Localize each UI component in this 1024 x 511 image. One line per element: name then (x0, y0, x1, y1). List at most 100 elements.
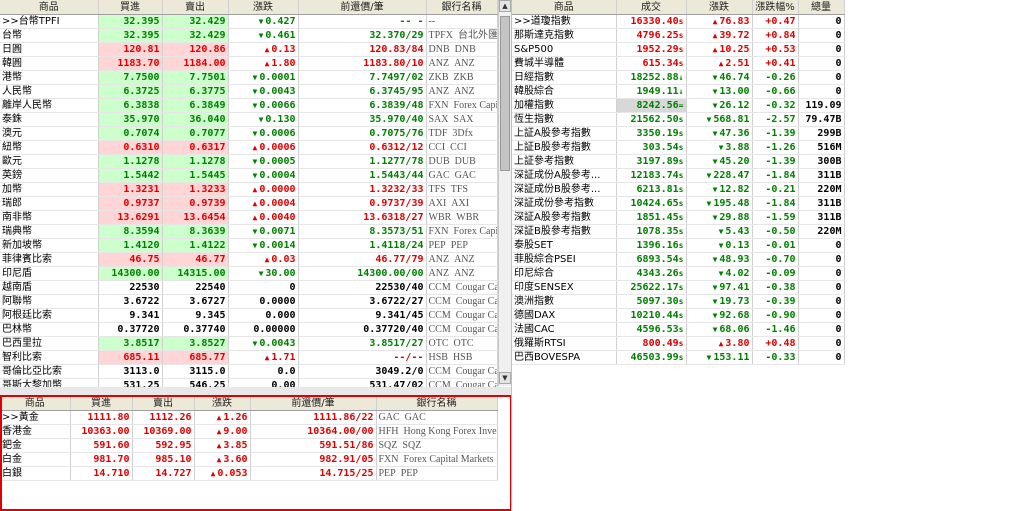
table-row[interactable]: 菲股綜合PSEI 6893.54s ▼ 48.93 -0.70 0 (512, 252, 845, 267)
column-header[interactable]: 前還價/筆 (298, 0, 427, 15)
table-row[interactable]: 越南盾2253022540 0 22530/40 CCM Cougar Capita..… (0, 280, 498, 295)
column-header[interactable]: 商品 (0, 0, 99, 15)
table-row[interactable]: 南非幣 13.6291 13.6454 ▲ 0.0040 13.6318/27 WBR WBR (0, 210, 498, 225)
table-row[interactable]: 上証B股參考指數 303.54s ▼ 3.88 -1.26 516M (512, 140, 845, 155)
table-row[interactable]: 印度SENSEX 25622.17s ▼ 97.41 -0.38 0 (512, 280, 845, 295)
tick-marker: s (678, 283, 684, 292)
table-row[interactable]: 瑞郎 0.9737 0.9739 ▲ 0.0004 0.9737/39 AXI AXI (0, 196, 498, 211)
table-row[interactable]: 日經指數 18252.88↓ ▼ 46.74 -0.26 0 (512, 70, 845, 85)
row-name: 泰銖 (0, 112, 99, 127)
table-row[interactable]: 巴西BOVESPA 46503.99s ▼ 153.11 -0.33 0 (512, 350, 845, 365)
table-row[interactable]: 深証A股參考指數 1851.45s ▼ 29.88 -1.59 311B (512, 210, 845, 225)
table-row[interactable]: 鈀金 591.60 592.95 ▲ 3.85 591.51/86 SQZ SQZ (0, 438, 498, 453)
tick-marker: s (678, 59, 684, 68)
column-header[interactable]: 商品 (0, 396, 71, 411)
column-header[interactable]: 漲跌 (686, 0, 753, 15)
table-row[interactable]: 白金 981.70 985.10 ▲ 3.60 982.91/05 FXN Forex Cap… (0, 452, 498, 467)
row-name: 上証B股參考指數 (512, 140, 617, 155)
table-row[interactable]: 哥倫比亞比索 3113.0 3115.0 0.0 3049.2/0 CCM Cougar C… (0, 364, 498, 379)
table-row[interactable]: 加權指數 8242.56= ▼ 26.12 -0.32 119.09 (512, 98, 845, 113)
table-row[interactable]: 阿根廷比索9.3419.345 0.000 9.341/45 CCM Cougar Ca… (0, 308, 498, 323)
table-row[interactable]: 菲律賓比索 46.75 46.77 ▲ 0.03 46.77/79 ANZ ANZ (0, 252, 498, 267)
table-row[interactable]: 韓圓 1183.70 1184.00 ▲ 1.80 1183.80/10 ANZ ANZ (0, 56, 498, 71)
table-row[interactable]: 台幣32.39532.429▼0.46132.370/29TPFX台北外匯經紀 (0, 28, 498, 43)
fx-vertical-scrollbar[interactable]: ▲ ▼ (498, 0, 511, 386)
table-row[interactable]: 費城半導體 615.34s ▲ 2.51 +0.41 0 (512, 56, 845, 71)
bid-price: 120.81 (98, 42, 163, 57)
scroll-up-arrow-icon[interactable]: ▲ (499, 0, 511, 12)
change-cell: ▼ 0.461 (228, 28, 299, 43)
table-row[interactable]: S&P500 1952.29s ▲ 10.25 +0.53 0 (512, 42, 845, 57)
column-header[interactable]: 賣出 (162, 0, 229, 15)
table-row[interactable]: 深証B股參考指數 1078.35s ▼ 5.43 -0.50 220M (512, 224, 845, 239)
table-row[interactable]: 日圓 120.81 120.86 ▲ 0.13 120.83/84 DNB DNB (0, 42, 498, 57)
table-row[interactable]: 白銀 14.710 14.727 ▲ 0.053 14.715/25 PEP PEP (0, 466, 498, 481)
total-volume: 0 (798, 56, 845, 71)
column-header[interactable]: 漲跌 (194, 396, 251, 411)
table-row[interactable]: >>道瓊指數 16330.40s ▲ 76.83 +0.47 0 (512, 14, 845, 29)
table-row[interactable]: 俄羅斯RTSI 800.49s ▲ 3.80 +0.48 0 (512, 336, 845, 351)
table-row[interactable]: 英鎊 1.5442 1.5445 ▼ 0.0004 1.5443/44 GAC GAC (0, 168, 498, 183)
table-row[interactable]: 深証成份參考指數 10424.65s ▼ 195.48 -1.84 311B (512, 196, 845, 211)
previous-quote-cell: 14300.00/00 (298, 266, 427, 281)
column-header[interactable]: 漲跌 (228, 0, 299, 15)
table-row[interactable]: 德國DAX 10210.44s ▼ 92.68 -0.90 0 (512, 308, 845, 323)
total-volume: 0 (798, 350, 845, 365)
bank-cell: ZKB ZKB (426, 70, 498, 85)
column-header[interactable]: 總量 (798, 0, 845, 15)
table-row[interactable]: 上証A股參考指數 3350.19s ▼ 47.36 -1.39 299B (512, 126, 845, 141)
table-row[interactable]: 人民幣 6.3725 6.3775 ▼ 0.0043 6.3745/95 ANZ ANZ (0, 84, 498, 99)
table-row[interactable]: 澳元 0.7074 0.7077 ▼ 0.0006 0.7075/76 TDF 3Dfx (0, 126, 498, 141)
table-row[interactable]: 印尼綜合 4343.26s ▼ 4.02 -0.09 0 (512, 266, 845, 281)
table-row[interactable]: 印尼盾 14300.00 14315.00 ▼ 30.00 14300.00/00 ANZ A… (0, 266, 498, 281)
table-row[interactable]: 瑞典幣 8.3594 8.3639 ▼ 0.0071 8.3573/51 FXN Forex … (0, 224, 498, 239)
table-row[interactable]: 歐元 1.1278 1.1278 ▼ 0.0005 1.1277/78 DUB DUB (0, 154, 498, 169)
last-price: 4343.26 (636, 268, 679, 279)
table-row[interactable]: 泰股SET 1396.16s ▼ 0.13 -0.01 0 (512, 238, 845, 253)
table-row[interactable]: >>黃金 1111.80 1112.26 ▲ 1.26 1111.86/22 GAC GAC (0, 410, 498, 425)
up-triangle-icon: ▲ (712, 45, 718, 54)
column-header[interactable]: 漲跌幅% (752, 0, 799, 15)
bank-code: AXI (428, 198, 447, 209)
table-row[interactable]: 恆生指數 21562.50s ▼ 568.81 -2.57 79.47B (512, 112, 845, 127)
table-row[interactable]: 離岸人民幣 6.3838 6.3849 ▼ 0.0066 6.3839/48 FXN Fore… (0, 98, 498, 113)
table-row[interactable]: 巴林幣 0.37720 0.37740 0.00000 0.37720/40 CCM Cou… (0, 322, 498, 337)
change-percent: -2.57 (752, 112, 799, 127)
previous-quote-cell: 1.4118/24 (298, 238, 427, 253)
change-cell: ▲ 0.03 (228, 252, 299, 267)
table-row[interactable]: 阿聯幣 3.6722 3.6727 0.0000 3.6722/27 CCM Cougar … (0, 294, 498, 309)
column-header[interactable]: 前還價/筆 (250, 396, 377, 411)
column-header[interactable]: 銀行名稱 (376, 396, 498, 411)
table-row[interactable]: 泰銖 35.970 36.040 ▼ 0.130 35.970/40 SAX SAX (0, 112, 498, 127)
bank-code: PEP (428, 240, 446, 251)
column-header[interactable]: 商品 (512, 0, 617, 15)
bank-code: ANZ (428, 268, 450, 279)
bid-price: 981.70 (70, 452, 133, 467)
table-row[interactable]: 韓股綜合 1949.11↓ ▼ 13.00 -0.66 0 (512, 84, 845, 99)
ask-price: 46.77 (162, 252, 229, 267)
table-row[interactable]: 上証參考指數 3197.89s ▼ 45.20 -1.39 300B (512, 154, 845, 169)
scroll-down-arrow-icon[interactable]: ▼ (499, 372, 511, 384)
column-header[interactable]: 成交 (616, 0, 687, 15)
table-row[interactable]: 新加坡幣 1.4120 1.4122 ▼ 0.0014 1.4118/24 PEP PEP (0, 238, 498, 253)
column-header[interactable]: 買進 (70, 396, 133, 411)
table-row[interactable]: 港幣 7.7500 7.7501 ▼ 0.0001 7.7497/02 ZKB ZKB (0, 70, 498, 85)
table-row[interactable]: >>台幣TPFI 32.395 32.429 ▼ 0.427 -- - -- (0, 14, 498, 29)
table-row[interactable]: 澳洲指數 5097.30s ▼ 19.73 -0.39 0 (512, 294, 845, 309)
column-header[interactable]: 買進 (98, 0, 163, 15)
column-header[interactable]: 銀行名稱 (426, 0, 498, 15)
table-row[interactable]: 紐幣 0.6310 0.6317 ▲ 0.0006 0.6312/12 CCI CCI (0, 140, 498, 155)
table-row[interactable]: 智利比索 685.11 685.77 ▲ 1.71 --/-- HSB HSB (0, 350, 498, 365)
table-row[interactable]: 香港金 10363.00 10369.00 ▲ 9.00 10364.00/00 HFH Ho… (0, 424, 498, 439)
table-row[interactable]: 深証成份B股參考... 6213.81s ▼ 12.82 -0.21 220M (512, 182, 845, 197)
scrollbar-thumb[interactable] (500, 16, 510, 171)
total-volume: 300B (798, 154, 845, 169)
table-row[interactable]: 深証成份A股參考... 12183.74s ▼ 228.47 -1.84 311B (512, 168, 845, 183)
last-price: 21562.50 (630, 114, 679, 125)
table-row[interactable]: 巴西里拉 3.8517 3.8527 ▼ 0.0043 3.8517/27 OTC OTC (0, 336, 498, 351)
bank-code: DNB (428, 44, 450, 55)
column-header[interactable]: 賣出 (132, 396, 195, 411)
table-row[interactable]: 法國CAC 4596.53s ▼ 68.06 -1.46 0 (512, 322, 845, 337)
table-row[interactable]: 那斯達克指數 4796.25s ▲ 39.72 +0.84 0 (512, 28, 845, 43)
table-row[interactable]: 加幣 1.3231 1.3233 ▲ 0.0000 1.3232/33 TFS TFS (0, 182, 498, 197)
